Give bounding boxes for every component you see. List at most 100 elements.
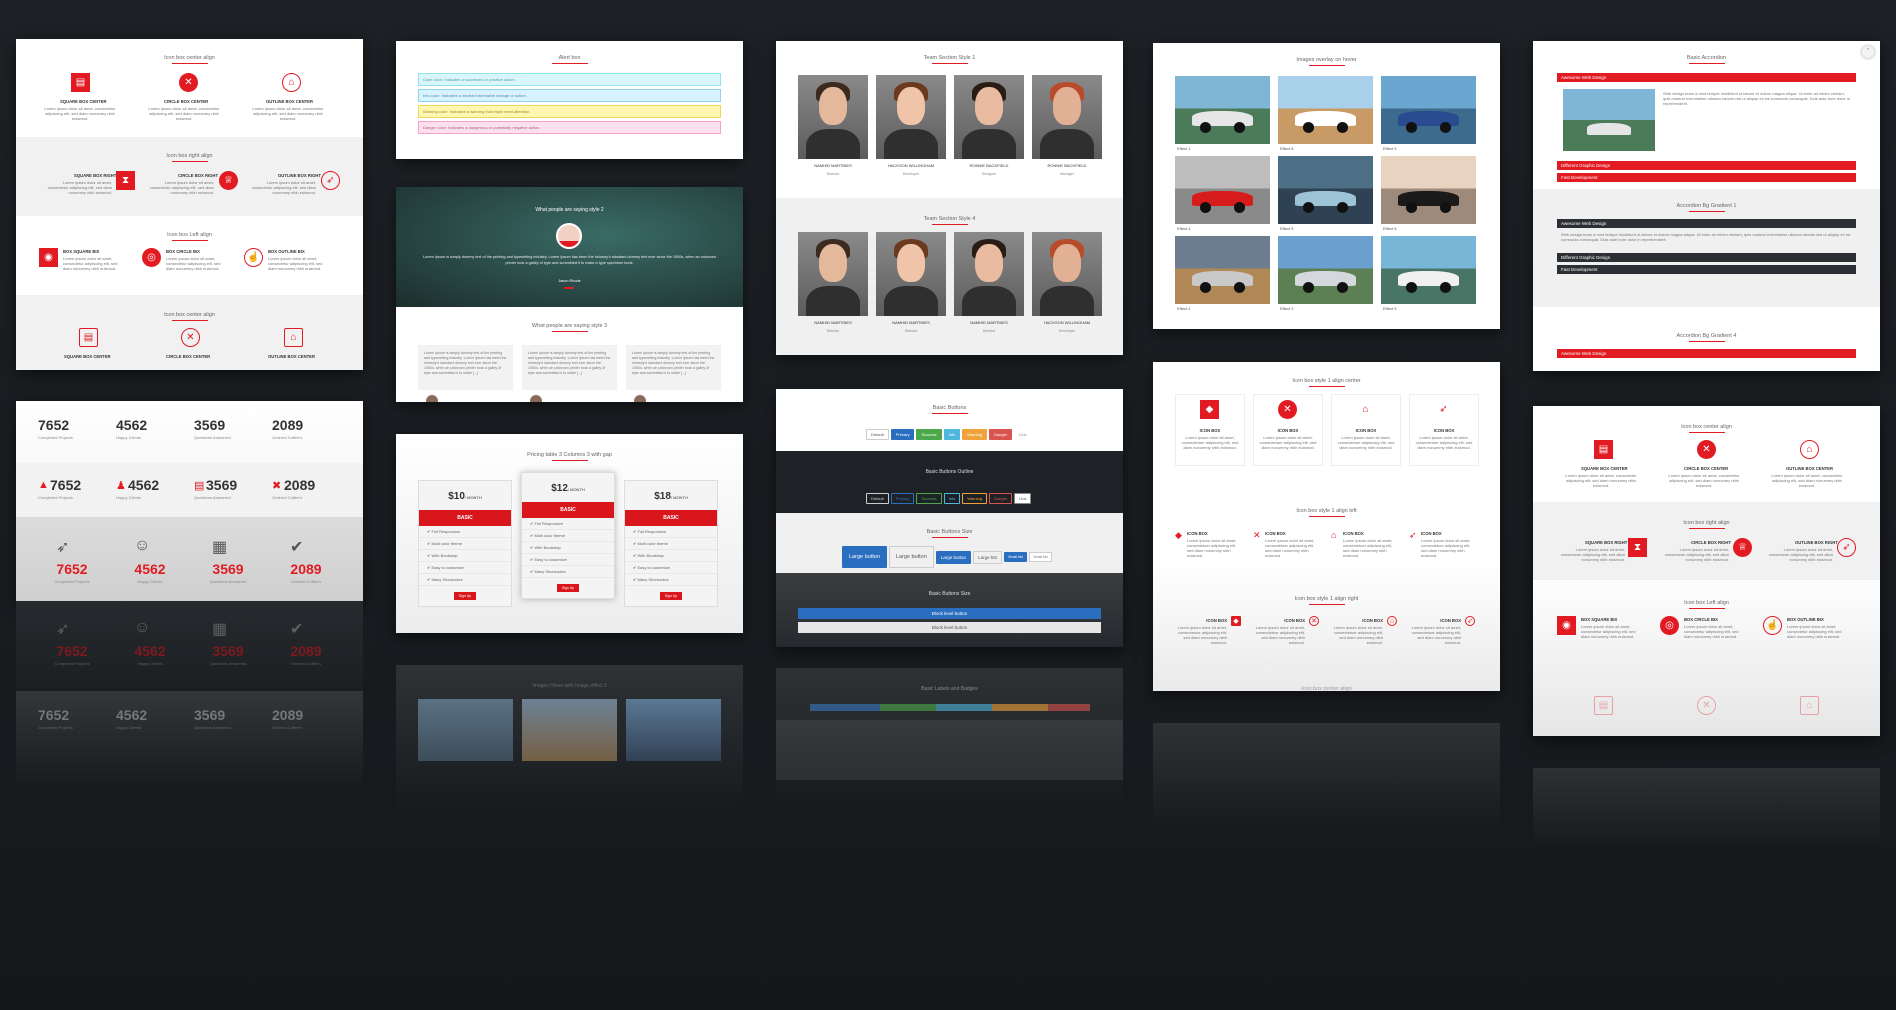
counter-label: Questions Answered <box>194 435 231 440</box>
reflection-title: Images Hover with Image effect 3 <box>532 683 607 689</box>
plan-price: $10/ MONTH <box>419 481 511 510</box>
box-text: Lorem ipsum dolor sit amet, consectetuer… <box>1187 538 1237 558</box>
rocket-icon: ➶ <box>321 171 340 190</box>
counters-dark-reflection: ➶ 7652 Completed Projects ☺ 4562 Happy Client… <box>16 601 363 691</box>
accordion-header-active[interactable]: Awesome Web Design <box>1557 219 1856 228</box>
gallery-image[interactable] <box>1175 76 1270 144</box>
basic-button[interactable]: Info <box>943 429 961 440</box>
box-label: ICON BOX <box>1421 531 1442 536</box>
accordion-header-active[interactable]: Awesome Web Design <box>1557 73 1856 82</box>
accordion-header-active[interactable]: Awesome Web Design <box>1557 349 1856 358</box>
slider-dot[interactable] <box>564 287 574 289</box>
outline-button[interactable]: Primary <box>890 493 915 504</box>
card-counters: 7652 Completed Projects ▲ 7652 Completed Pro… <box>16 401 363 601</box>
team-member-name: RONNIE BACKFIELD <box>969 163 1009 168</box>
counter-small-icon: ▲ <box>38 479 49 491</box>
section-title: What people are saying style 2 <box>535 207 604 213</box>
basic-button[interactable]: Primary <box>890 429 915 440</box>
size-button[interactable]: Large button <box>935 550 972 564</box>
block-button-default[interactable]: Block level button <box>798 622 1101 633</box>
box-label: ICON BOX <box>1187 531 1208 536</box>
basic-button[interactable]: Link <box>1014 429 1031 440</box>
gallery-image[interactable] <box>1175 236 1270 304</box>
counter-label: Questions Answered <box>194 495 231 500</box>
gallery-image[interactable] <box>1278 76 1373 144</box>
box-label: CIRCLE BOX RIGHT <box>1691 540 1732 545</box>
accordion-gradient-section: Accordion Bg Gradient 1 Awesome Web Desi… <box>1533 189 1880 307</box>
counters-reflection: 7652 Completed Projects 4562 Happy Clients 3… <box>16 691 363 791</box>
gallery-image[interactable] <box>1381 76 1476 144</box>
counter-label: Questions Answered <box>194 725 231 730</box>
box-label: BOX SQUARE BIX <box>63 249 100 254</box>
box-label: OUTLINE BOX CENTER <box>268 354 315 359</box>
signup-button[interactable]: Sign Up <box>557 584 579 592</box>
eye-icon: ◎ <box>142 248 161 267</box>
accordion-header[interactable]: Different Graphic Design <box>1557 161 1856 170</box>
size-button[interactable]: Small btn <box>1004 552 1028 562</box>
gallery-image[interactable] <box>1381 236 1476 304</box>
outline-button[interactable]: Danger <box>989 493 1013 504</box>
signup-button[interactable]: Sign Up <box>454 592 476 600</box>
bank-icon: ⌂ <box>1331 530 1337 540</box>
accordion-header[interactable]: Fast Development <box>1557 173 1856 182</box>
counter-label: Happy Clients <box>137 579 163 584</box>
team-member-role: Director <box>826 172 840 176</box>
gallery-image[interactable] <box>1278 156 1373 224</box>
box-label: ICON BOX <box>1206 618 1227 623</box>
outline-button[interactable]: Warning <box>962 493 988 504</box>
card-icon-boxes: Icon box center align ▤ ✕ ⌂ SQUARE BOX C… <box>16 39 363 370</box>
team-photo <box>798 232 868 316</box>
accordion-body: Web design team a mod tempor incididunt … <box>1663 91 1850 106</box>
size-button[interactable]: Large btn <box>973 550 1003 564</box>
plan-price: $12/ MONTH <box>522 473 614 502</box>
box-label: OUTLINE BOX CENTER <box>266 99 313 104</box>
card-icon-box-style-1: Icon box style 1 align center Icon box s… <box>1153 362 1500 691</box>
gallery-caption: Effect 1 <box>1177 146 1191 151</box>
basic-button[interactable]: Danger <box>989 429 1013 440</box>
chart-icon: ▤ <box>1594 440 1613 459</box>
gallery-image[interactable] <box>1278 236 1373 304</box>
outline-button[interactable]: Link <box>1014 493 1032 504</box>
accordion-header[interactable]: Different Graphic Design <box>1557 253 1856 262</box>
gallery-image[interactable] <box>1381 156 1476 224</box>
size-button[interactable]: Large button <box>888 546 934 568</box>
card-icon-boxes-2: Icon box center align ▤ ✕ ⌂ SQUARE BOX C… <box>1533 406 1880 736</box>
gallery-caption: Effect 2 <box>1177 306 1191 311</box>
block-button-primary[interactable]: Block level button <box>798 608 1101 619</box>
box-label: ICON BOX <box>1355 428 1377 433</box>
box-label: ICON BOX <box>1277 428 1299 433</box>
basic-button[interactable]: Default <box>866 429 889 440</box>
plan-feature: ✔ Many Shortcodes <box>522 566 614 578</box>
box-label: BOX CIRCLE BIX <box>166 249 200 254</box>
close-icon: ✕ <box>179 73 198 92</box>
hourglass-icon: ⧗ <box>116 171 135 190</box>
accordion-title: Fast Development <box>1561 267 1598 272</box>
gallery-image[interactable] <box>1175 156 1270 224</box>
basic-button[interactable]: Warning <box>962 429 988 440</box>
alert-list: Cyan color: Indicates a successful or po… <box>418 73 721 134</box>
plan-feature-text: Full Responsive <box>534 521 563 526</box>
outline-button[interactable]: Success <box>916 493 942 504</box>
plan-period: / MONTH <box>464 495 482 500</box>
section-title: What people are saying style 3 <box>396 323 743 332</box>
box-label: BOX OUTLINE BIX <box>1787 617 1824 622</box>
rocket-icon: ➶ <box>1409 530 1417 540</box>
plan-feature-text: Many Shortcodes <box>637 577 669 582</box>
team-member-name: NAMHID MARTINES <box>970 320 1008 325</box>
counter-label: Completed Projects <box>38 725 73 730</box>
plan-feature: ✔ Many Shortcodes <box>419 574 511 586</box>
plan-feature: ✔ Multi color theme <box>522 530 614 542</box>
scroll-handle[interactable]: ⌃ <box>1862 46 1874 58</box>
outline-button[interactable]: Info <box>943 493 961 504</box>
outline-button[interactable]: Default <box>866 493 889 504</box>
size-button[interactable]: Small btn <box>1029 552 1053 562</box>
box-text: Lorem ipsum dolor sit amet, consectetuer… <box>1415 435 1473 450</box>
plan-feature: ✔ Many Shortcodes <box>625 574 717 586</box>
box-label: ICON BOX <box>1343 531 1364 536</box>
accordion-header[interactable]: Fast Development <box>1557 265 1856 274</box>
plan-name: BASIC <box>419 510 511 526</box>
team-photo <box>1032 232 1102 316</box>
size-button[interactable]: Large button <box>842 546 887 568</box>
basic-button[interactable]: Success <box>916 429 942 440</box>
signup-button[interactable]: Sign Up <box>660 592 682 600</box>
